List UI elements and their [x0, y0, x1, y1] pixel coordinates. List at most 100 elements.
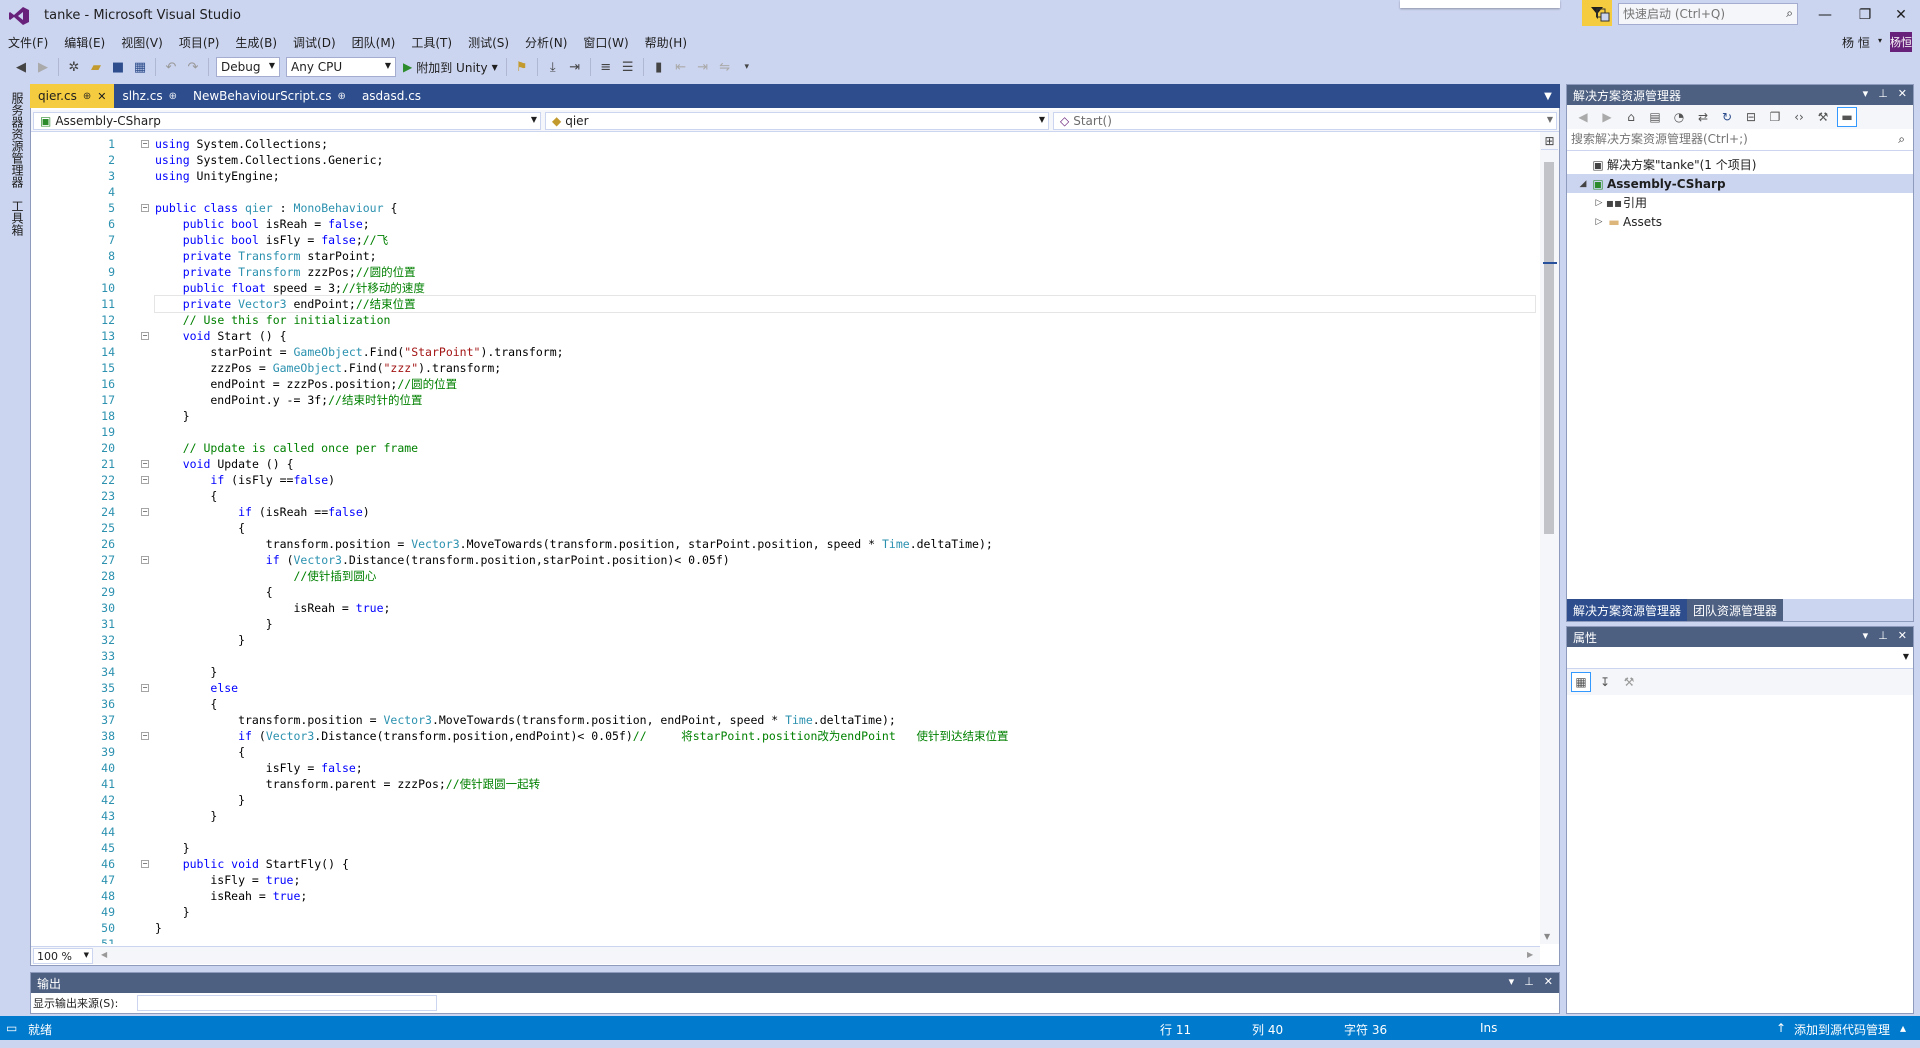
code-line[interactable]: } — [155, 840, 1535, 856]
window-position-icon[interactable]: ▾ — [1863, 87, 1869, 100]
collapse-region-icon[interactable]: − — [141, 684, 149, 692]
window-position-icon[interactable]: ▾ — [1863, 629, 1869, 642]
code-line[interactable]: isFly = true; — [155, 872, 1535, 888]
code-line[interactable] — [155, 184, 1535, 200]
code-line[interactable]: { — [155, 744, 1535, 760]
code-line[interactable]: else — [155, 680, 1535, 696]
menu-item[interactable]: 工具(T) — [403, 34, 460, 51]
code-line[interactable]: { — [155, 520, 1535, 536]
scroll-down-icon[interactable]: ▼ — [1544, 932, 1550, 941]
menu-item[interactable]: 分析(N) — [517, 34, 575, 51]
find-in-files-icon[interactable]: ⚑ — [511, 56, 533, 78]
new-project-icon[interactable]: ✲ — [63, 56, 85, 78]
code-line[interactable]: } — [155, 632, 1535, 648]
tabs-overflow-icon[interactable]: ▼ — [1540, 88, 1556, 104]
code-line[interactable]: using System.Collections; — [155, 136, 1535, 152]
uncomment-lines-icon[interactable]: ☰ — [617, 56, 639, 78]
code-line[interactable]: //使针插到圆心 — [155, 568, 1535, 584]
expand-icon[interactable]: ▷ — [1593, 198, 1605, 208]
code-line[interactable]: public void StartFly() { — [155, 856, 1535, 872]
chevron-down-icon[interactable]: ▾ — [1878, 36, 1882, 45]
expand-icon[interactable]: ◢ — [1577, 179, 1589, 189]
code-line[interactable]: public bool isReah = false; — [155, 216, 1535, 232]
tree-item[interactable]: ◢ ▣ Assembly-CSharp — [1567, 174, 1913, 193]
menu-item[interactable]: 调试(D) — [285, 34, 344, 51]
member-select[interactable]: ◇ Start() ▼ — [1053, 112, 1557, 130]
prev-bookmark-icon[interactable]: ⇤ — [670, 56, 692, 78]
code-line[interactable] — [155, 824, 1535, 840]
code-line[interactable]: using System.Collections.Generic; — [155, 152, 1535, 168]
switch-views-icon[interactable]: ▤ — [1645, 107, 1665, 127]
show-all-files-icon[interactable]: ❐ — [1765, 107, 1785, 127]
close-window-button[interactable]: ✕ — [1886, 4, 1916, 26]
attach-to-unity-button[interactable]: ▶ 附加到 Unity ▼ — [399, 56, 502, 78]
code-line[interactable]: private Vector3 endPoint;//结束位置 — [154, 295, 1536, 313]
menu-item[interactable]: 生成(B) — [227, 34, 285, 51]
code-line[interactable]: } — [155, 616, 1535, 632]
code-line[interactable]: if (Vector3.Distance(transform.position,… — [155, 728, 1535, 744]
collapse-all-icon[interactable]: ⊟ — [1741, 107, 1761, 127]
avatar[interactable]: 杨恒 — [1890, 32, 1912, 52]
code-line[interactable]: using UnityEngine; — [155, 168, 1535, 184]
code-line[interactable]: transform.position = Vector3.MoveTowards… — [155, 712, 1535, 728]
properties-object-select[interactable]: ▼ — [1567, 647, 1913, 669]
tree-item[interactable]: ▷ ▬ Assets — [1567, 212, 1913, 231]
code-line[interactable]: { — [155, 584, 1535, 600]
project-select[interactable]: ▣ Assembly-CSharp ▼ — [33, 112, 541, 130]
split-editor-icon[interactable]: ⊞ — [1541, 132, 1558, 150]
code-line[interactable] — [155, 936, 1535, 944]
code-line[interactable]: // Use this for initialization — [155, 312, 1535, 328]
sync-with-active-document-icon[interactable]: ⇄ — [1693, 107, 1713, 127]
code-line[interactable]: private Transform starPoint; — [155, 248, 1535, 264]
document-tab[interactable]: slhz.cs ⊕ — [114, 84, 185, 108]
code-line[interactable]: public class qier : MonoBehaviour { — [155, 200, 1535, 216]
collapse-region-icon[interactable]: − — [141, 508, 149, 516]
view-code-icon[interactable]: ‹› — [1789, 107, 1809, 127]
bookmark-icon[interactable]: ▮ — [648, 56, 670, 78]
code-line[interactable]: isFly = false; — [155, 760, 1535, 776]
code-line[interactable]: endPoint = zzzPos.position;//圆的位置 — [155, 376, 1535, 392]
toolbox-tab[interactable]: 工具箱 — [4, 194, 26, 242]
code-line[interactable]: // Update is called once per frame — [155, 440, 1535, 456]
menu-item[interactable]: 项目(P) — [171, 34, 228, 51]
home-icon[interactable]: ⌂ — [1621, 107, 1641, 127]
code-line[interactable]: if (Vector3.Distance(transform.position,… — [155, 552, 1535, 568]
preview-selected-items-icon[interactable]: ▬ — [1837, 107, 1857, 127]
code-line[interactable]: } — [155, 808, 1535, 824]
navigate-back-icon[interactable]: ◀ — [10, 56, 32, 78]
code-line[interactable]: void Update () { — [155, 456, 1535, 472]
code-line[interactable]: public bool isFly = false;//飞 — [155, 232, 1535, 248]
scroll-left-icon[interactable]: ◀ — [101, 950, 107, 959]
code-line[interactable]: transform.position = Vector3.MoveTowards… — [155, 536, 1535, 552]
show-next-statement-icon[interactable]: ⇥ — [564, 56, 586, 78]
collapse-region-icon[interactable]: − — [141, 556, 149, 564]
close-icon[interactable]: ✕ — [1898, 629, 1907, 642]
code-line[interactable]: void Start () { — [155, 328, 1535, 344]
code-line[interactable]: } — [155, 792, 1535, 808]
collapse-region-icon[interactable]: − — [141, 860, 149, 868]
add-to-source-control[interactable]: 添加到源代码管理 — [1794, 1021, 1890, 1038]
solution-search-input[interactable] — [1567, 129, 1867, 149]
pin-tab-icon[interactable]: ⊕ — [338, 91, 346, 102]
code-line[interactable]: { — [155, 696, 1535, 712]
forward-icon[interactable]: ▶ — [1597, 107, 1617, 127]
notification-icon[interactable] — [1592, 4, 1614, 26]
auto-hide-pin-icon[interactable]: ⊥ — [1524, 975, 1534, 988]
code-line[interactable] — [155, 424, 1535, 440]
menu-item[interactable]: 编辑(E) — [56, 34, 113, 51]
close-tab-icon[interactable]: ✕ — [97, 90, 106, 103]
chevron-up-icon[interactable]: ▴ — [1900, 1021, 1906, 1035]
code-line[interactable] — [155, 648, 1535, 664]
collapse-region-icon[interactable]: − — [141, 332, 149, 340]
document-tab[interactable]: asdasd.cs — [354, 84, 429, 108]
server-explorer-tab[interactable]: 服务器资源管理器 — [4, 86, 26, 194]
window-position-icon[interactable]: ▾ — [1509, 975, 1515, 988]
next-bookmark-icon[interactable]: ⇥ — [692, 56, 714, 78]
code-line[interactable]: } — [155, 920, 1535, 936]
expand-icon[interactable]: ▷ — [1593, 217, 1605, 227]
menu-item[interactable]: 帮助(H) — [637, 34, 695, 51]
document-tab[interactable]: NewBehaviourScript.cs ⊕ — [185, 84, 354, 108]
close-icon[interactable]: ✕ — [1898, 87, 1907, 100]
scroll-right-icon[interactable]: ▶ — [1527, 950, 1533, 959]
code-line[interactable]: zzzPos = GameObject.Find("zzz").transfor… — [155, 360, 1535, 376]
